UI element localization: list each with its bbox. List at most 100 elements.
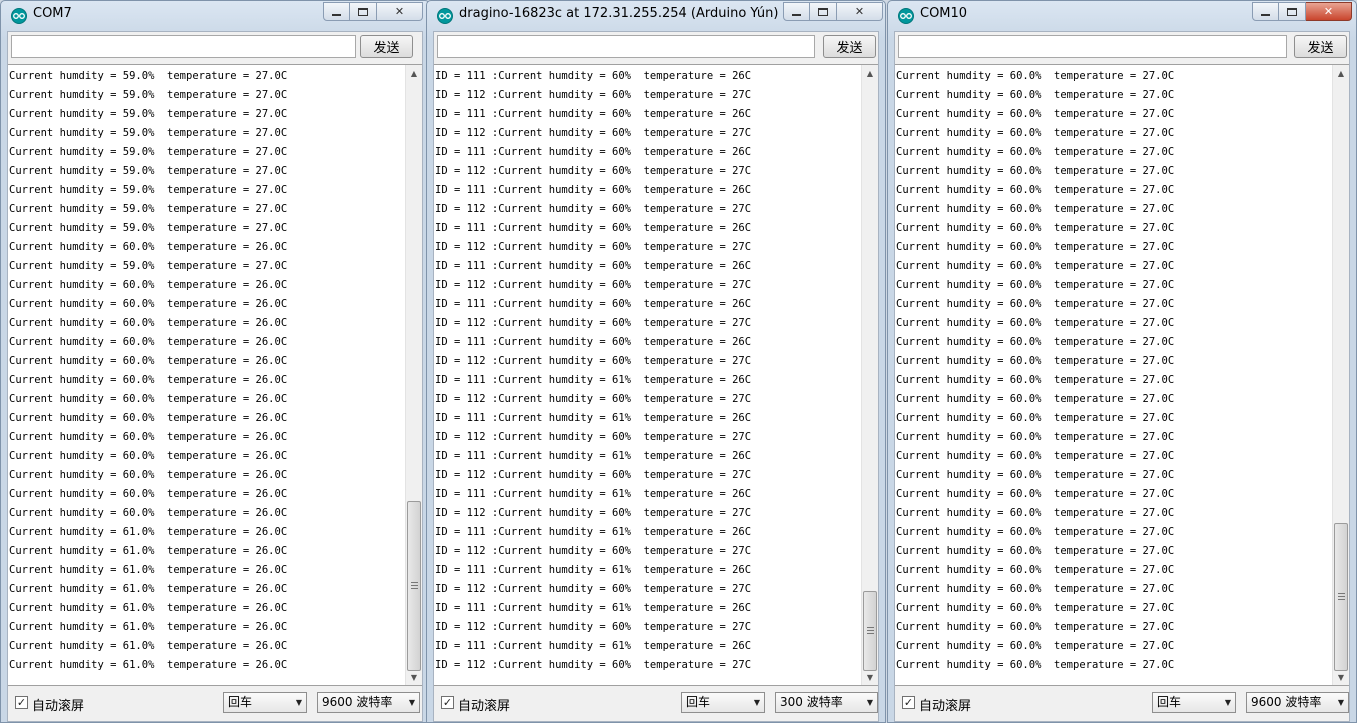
serial-line: ID = 112 :Current humdity = 60% temperat… (435, 545, 752, 557)
serial-monitor-window-dragino: dragino-16823c at 172.31.255.254 (Arduin… (426, 0, 886, 723)
line-ending-select[interactable]: 回车 ▼ (223, 692, 307, 713)
serial-line: ID = 111 :Current humdity = 60% temperat… (435, 108, 752, 120)
close-button[interactable]: ✕ (837, 2, 883, 21)
scroll-down-arrow-icon[interactable]: ▼ (862, 669, 878, 685)
line-ending-value: 回车 (686, 695, 711, 709)
minimize-button[interactable] (783, 2, 810, 21)
serial-line: Current humdity = 60.0% temperature = 27… (896, 203, 1175, 215)
serial-line: ID = 112 :Current humdity = 60% temperat… (435, 659, 752, 671)
serial-line: Current humdity = 60.0% temperature = 26… (9, 488, 288, 500)
vertical-scrollbar[interactable]: ▲ ▼ (861, 65, 878, 685)
serial-line: Current humdity = 59.0% temperature = 27… (9, 260, 288, 272)
serial-line: Current humdity = 60.0% temperature = 27… (896, 507, 1175, 519)
serial-line: ID = 112 :Current humdity = 60% temperat… (435, 621, 752, 633)
serial-line: ID = 111 :Current humdity = 61% temperat… (435, 640, 752, 652)
baud-rate-value: 9600 波特率 (1251, 695, 1322, 709)
send-input[interactable] (898, 35, 1287, 58)
vertical-scrollbar[interactable]: ▲ ▼ (405, 65, 422, 685)
autoscroll-checkbox[interactable]: ✓ (902, 696, 915, 709)
minimize-button[interactable] (1252, 2, 1279, 21)
serial-line: Current humdity = 60.0% temperature = 26… (9, 412, 288, 424)
baud-rate-select[interactable]: 9600 波特率 ▼ (1246, 692, 1349, 713)
send-input[interactable] (437, 35, 815, 58)
serial-monitor-client: 发送 ID = 111 :Current humdity = 60% tempe… (433, 31, 879, 722)
serial-line: Current humdity = 60.0% temperature = 26… (9, 298, 288, 310)
line-ending-select[interactable]: 回车 ▼ (681, 692, 765, 713)
serial-line: Current humdity = 61.0% temperature = 26… (9, 621, 288, 633)
send-button[interactable]: 发送 (1294, 35, 1347, 58)
baud-rate-select[interactable]: 300 波特率 ▼ (775, 692, 878, 713)
send-button[interactable]: 发送 (360, 35, 413, 58)
scroll-up-arrow-icon[interactable]: ▲ (1333, 65, 1349, 81)
chevron-down-icon: ▼ (1224, 698, 1231, 707)
serial-line: ID = 111 :Current humdity = 61% temperat… (435, 488, 752, 500)
output-lines: Current humdity = 60.0% temperature = 27… (896, 67, 1331, 675)
serial-line: ID = 111 :Current humdity = 60% temperat… (435, 184, 752, 196)
minimize-button[interactable] (323, 2, 350, 21)
title-bar[interactable]: COM10 ✕ (888, 1, 1356, 31)
serial-line: Current humdity = 59.0% temperature = 27… (9, 127, 288, 139)
line-ending-value: 回车 (1157, 695, 1182, 709)
serial-line: Current humdity = 60.0% temperature = 27… (896, 165, 1175, 177)
serial-line: ID = 111 :Current humdity = 61% temperat… (435, 526, 752, 538)
autoscroll-label: 自动滚屏 (458, 699, 511, 714)
serial-line: Current humdity = 60.0% temperature = 26… (9, 469, 288, 481)
arduino-icon (898, 8, 914, 24)
serial-line: Current humdity = 60.0% temperature = 27… (896, 70, 1175, 82)
close-icon: ✕ (394, 5, 405, 18)
serial-line: Current humdity = 61.0% temperature = 26… (9, 602, 288, 614)
serial-output: Current humdity = 60.0% temperature = 27… (895, 64, 1349, 686)
serial-monitor-client: 发送 Current humdity = 60.0% temperature =… (894, 31, 1350, 722)
output-lines: Current humdity = 59.0% temperature = 27… (9, 67, 404, 675)
scroll-up-arrow-icon[interactable]: ▲ (862, 65, 878, 81)
serial-line: ID = 111 :Current humdity = 60% temperat… (435, 70, 752, 82)
serial-line: Current humdity = 60.0% temperature = 27… (896, 469, 1175, 481)
line-ending-select[interactable]: 回车 ▼ (1152, 692, 1236, 713)
serial-line: Current humdity = 59.0% temperature = 27… (9, 108, 288, 120)
scrollbar-thumb[interactable] (1334, 523, 1348, 671)
serial-line: Current humdity = 60.0% temperature = 27… (896, 184, 1175, 196)
autoscroll-label: 自动滚屏 (32, 699, 85, 714)
serial-line: Current humdity = 61.0% temperature = 26… (9, 545, 288, 557)
maximize-button[interactable] (350, 2, 377, 21)
serial-line: Current humdity = 60.0% temperature = 27… (896, 393, 1175, 405)
serial-line: Current humdity = 59.0% temperature = 27… (9, 222, 288, 234)
serial-line: Current humdity = 59.0% temperature = 27… (9, 89, 288, 101)
baud-rate-select[interactable]: 9600 波特率 ▼ (317, 692, 420, 713)
send-input[interactable] (11, 35, 356, 58)
serial-line: ID = 112 :Current humdity = 60% temperat… (435, 317, 752, 329)
serial-line: Current humdity = 60.0% temperature = 26… (9, 279, 288, 291)
scroll-down-arrow-icon[interactable]: ▼ (1333, 669, 1349, 685)
serial-line: ID = 111 :Current humdity = 60% temperat… (435, 336, 752, 348)
serial-line: Current humdity = 60.0% temperature = 26… (9, 393, 288, 405)
serial-line: Current humdity = 61.0% temperature = 26… (9, 659, 288, 671)
chevron-down-icon: ▼ (295, 698, 302, 707)
maximize-button[interactable] (810, 2, 837, 21)
scrollbar-thumb[interactable] (407, 501, 421, 671)
serial-line: ID = 112 :Current humdity = 60% temperat… (435, 469, 752, 481)
close-button[interactable]: ✕ (377, 2, 423, 21)
autoscroll-checkbox[interactable]: ✓ (15, 696, 28, 709)
baud-rate-value: 300 波特率 (780, 695, 843, 709)
minimize-icon (1261, 13, 1270, 16)
send-button[interactable]: 发送 (823, 35, 876, 58)
title-bar[interactable]: COM7 ✕ (1, 1, 429, 31)
serial-line: ID = 111 :Current humdity = 61% temperat… (435, 564, 752, 576)
autoscroll-checkbox[interactable]: ✓ (441, 696, 454, 709)
serial-line: ID = 112 :Current humdity = 60% temperat… (435, 583, 752, 595)
footer-bar: ✓ 自动滚屏 回车 ▼ 300 波特率 ▼ (434, 686, 878, 721)
serial-line: Current humdity = 59.0% temperature = 27… (9, 146, 288, 158)
scroll-down-arrow-icon[interactable]: ▼ (406, 669, 422, 685)
arduino-icon (437, 8, 453, 24)
title-bar[interactable]: dragino-16823c at 172.31.255.254 (Arduin… (427, 1, 885, 31)
scrollbar-thumb[interactable] (863, 591, 877, 671)
line-ending-value: 回车 (228, 695, 253, 709)
chevron-down-icon: ▼ (753, 698, 760, 707)
vertical-scrollbar[interactable]: ▲ ▼ (1332, 65, 1349, 685)
serial-line: ID = 112 :Current humdity = 60% temperat… (435, 431, 752, 443)
serial-line: Current humdity = 60.0% temperature = 27… (896, 659, 1175, 671)
close-button[interactable]: ✕ (1306, 2, 1352, 21)
scroll-up-arrow-icon[interactable]: ▲ (406, 65, 422, 81)
serial-line: Current humdity = 60.0% temperature = 27… (896, 279, 1175, 291)
maximize-button[interactable] (1279, 2, 1306, 21)
